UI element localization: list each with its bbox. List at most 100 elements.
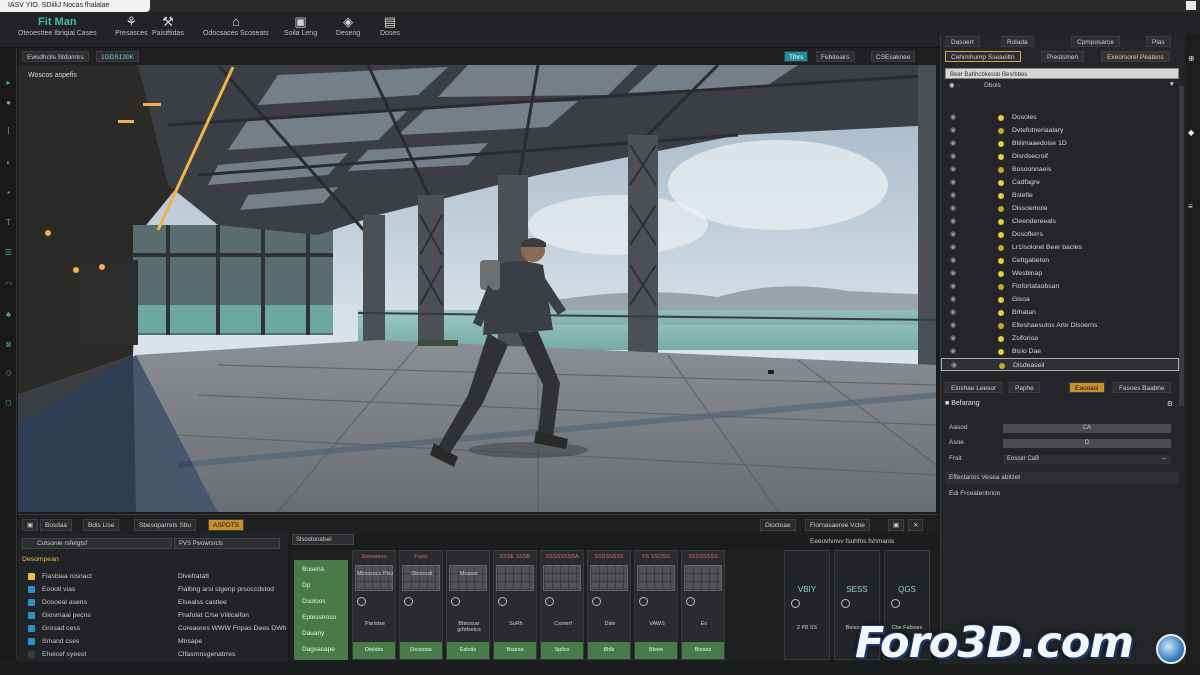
visibility-icon[interactable]: ◉ — [950, 176, 956, 189]
outliner-row[interactable]: ◉ Disrdsecroif — [941, 150, 1179, 163]
outliner-row[interactable]: ◉ Wesblnap — [941, 267, 1179, 280]
strip-knob-icon[interactable] — [639, 597, 648, 606]
property-row[interactable]: Eoootl vias Flaibng arsi stgenp prsoccdst… — [18, 583, 288, 596]
meter-knob-icon[interactable] — [841, 599, 850, 608]
property-row[interactable]: Grosad cess Coreaores WWW Fnpas Dees DWh — [18, 622, 288, 635]
toolbar-item-doses[interactable]: ▤ Doses — [380, 14, 400, 37]
visibility-icon[interactable]: ◉ — [950, 267, 956, 280]
toolbar-item-presasces[interactable]: ⚘ Presasces — [115, 14, 148, 37]
mixer-strip[interactable]: Soreaerso Mbsssocs Plsv Paristse Dtelsbs — [352, 550, 396, 660]
scale-icon[interactable]: ▪ — [4, 188, 13, 197]
viewport-tab-tlhrs[interactable]: Tlhrs — [784, 51, 809, 62]
mixer-strip[interactable]: Moaosr Bhiossar grfsfsetcs Estsits — [446, 550, 490, 660]
toolbar-item-fit-main[interactable]: Fit Man Oteoesttee Ibriqial Cases — [18, 14, 97, 37]
tab-dasoert[interactable]: Dasoert — [945, 36, 980, 47]
toolbar-item-deseng[interactable]: ◈ Deseng — [336, 14, 360, 37]
tab-cpmposarce[interactable]: Cpmposarce — [1071, 36, 1120, 47]
toolbar-item-paisiftidas[interactable]: ⚒ Paisiftidas — [152, 14, 184, 37]
bottom-button-close[interactable]: ✕ — [908, 519, 924, 531]
visibility-icon[interactable]: ◉ — [950, 163, 956, 176]
visibility-icon[interactable]: ◉ — [950, 332, 956, 345]
outliner-row[interactable]: ◉ Lr1Isoloret Beer bacles — [941, 241, 1179, 254]
visibility-icon[interactable]: ◉ — [950, 319, 956, 332]
mixer-track-label[interactable]: Dp — [302, 582, 310, 589]
tab-eaooasi[interactable]: Eaooasi — [1069, 382, 1105, 393]
toolbar-item-odseces[interactable]: ⌂ Odocsaces Scoseats — [203, 14, 269, 37]
viewport-tab-febiteairs[interactable]: Febiteairs — [816, 51, 855, 62]
strip-knob-icon[interactable] — [592, 597, 601, 606]
outliner-row[interactable]: ◉ Zsiforioa — [941, 332, 1179, 345]
tab-prestsmen[interactable]: Prestsmen — [1041, 51, 1085, 62]
brush-icon[interactable]: T — [4, 218, 13, 227]
outliner-row[interactable]: ◉ Disdeaseil — [941, 358, 1179, 371]
3d-viewport[interactable]: Woscos aspefis — [18, 65, 936, 512]
bottom-tab-flornasaeree[interactable]: Flornasaeree Vcbe — [805, 519, 870, 531]
visibility-icon[interactable]: ◉ — [950, 202, 956, 215]
mixer-strip[interactable]: SSSSSSSSA Csmerf Spilos — [540, 550, 584, 660]
outliner-row[interactable]: ◉ Cettgabeton — [941, 254, 1179, 267]
outliner-row[interactable]: ◉ Bstefie — [941, 189, 1179, 202]
mixer-strip[interactable]: SSSSSSSS Eo Biesas — [681, 550, 725, 660]
outliner-row[interactable]: ◉ Gisoa — [941, 293, 1179, 306]
strip-knob-icon[interactable] — [498, 597, 507, 606]
mesh-icon[interactable]: ⊗ — [4, 340, 13, 349]
visibility-icon[interactable]: ◉ — [950, 124, 956, 137]
settings-icon[interactable]: ⚙ — [1167, 400, 1173, 408]
property-row[interactable]: Eheicef syeest Clfasrnnsgenatrres — [18, 648, 288, 661]
mixer-filter-tab-1[interactable]: Slsootonalsei — [292, 534, 354, 545]
move-icon[interactable]: | — [4, 126, 13, 135]
property-row[interactable]: Dosoeal asens Elsealss castlee — [18, 596, 288, 609]
bottom-tab-dioctoae[interactable]: Dioctoae — [760, 519, 796, 531]
strip-knob-icon[interactable] — [545, 597, 554, 606]
tab-paphe[interactable]: Paphe — [1009, 382, 1040, 393]
visibility-icon[interactable]: ◉ — [950, 215, 956, 228]
visibility-icon[interactable]: ◉ — [950, 254, 956, 267]
property-row[interactable]: Giosmaal pecns Fhafolat C/se Vililcaifon — [18, 609, 288, 622]
tab-cehimhump[interactable]: Cehimhump Sseaeiltn — [945, 51, 1021, 62]
mixer-strip[interactable]: SSSSSSSS Dsle Bhlb — [587, 550, 631, 660]
bottom-button-a[interactable]: ▣ — [888, 519, 905, 531]
mixer-strip[interactable]: SSSE SSSB SuRh Bsarsa — [493, 550, 537, 660]
mixer-track-label[interactable]: Eptesstroso — [302, 614, 336, 621]
outliner-row[interactable]: ◉ Elteshaesutos Arte Dlsoerns — [941, 319, 1179, 332]
prop-dropdown-2[interactable]: Eoscer CaB ⇔ — [1003, 455, 1171, 464]
mixer-track-label[interactable]: Dauany — [302, 630, 324, 637]
outliner-search-field[interactable]: Beer Bahhcbkessb Besrbbes — [945, 68, 1179, 79]
light-icon[interactable]: ◇ — [4, 368, 13, 377]
mixer-track-label[interactable]: Dagsasape — [302, 646, 335, 653]
outliner-row[interactable]: ◉ Dvtefotneriaalary — [941, 124, 1179, 137]
visibility-icon[interactable]: ◉ — [950, 280, 956, 293]
modeling-icon[interactable]: ◻ — [4, 398, 13, 407]
section-edi[interactable]: Edi Frceatenbrion — [945, 490, 1000, 497]
meter-knob-icon[interactable] — [791, 599, 800, 608]
bottom-tab-aspdts[interactable]: ASPDTS — [208, 519, 245, 531]
tab-plas[interactable]: Plas — [1146, 36, 1171, 47]
strip-knob-icon[interactable] — [451, 597, 460, 606]
outliner-row[interactable]: ◉ Btiiimaaedoise 1D — [941, 137, 1179, 150]
paint-icon[interactable]: ☰ — [4, 248, 13, 257]
visibility-icon[interactable]: ◉ — [950, 228, 956, 241]
mixer-strip[interactable]: Fosts Dbsoosit Dessosa — [399, 550, 443, 660]
outliner-row[interactable]: ◉ Flofortataobsan — [941, 280, 1179, 293]
filter-icon[interactable]: ▼ — [1169, 81, 1175, 88]
mixer-track-label[interactable]: Bosena — [302, 566, 324, 573]
tab-rolada[interactable]: Rolada — [1001, 36, 1034, 47]
viewport-mode-tab[interactable]: Ewsdhclls Stdomtrs — [22, 51, 89, 62]
visibility-icon[interactable]: ◉ — [950, 137, 956, 150]
outliner-row[interactable]: ◉ Dosoflerrs — [941, 228, 1179, 241]
foliage-icon[interactable]: ♣ — [4, 310, 13, 319]
select-icon[interactable]: ▸ — [4, 78, 13, 87]
outliner-row[interactable]: ◉ Dosoles — [941, 111, 1179, 124]
hand-icon[interactable]: ● — [4, 98, 13, 107]
window-close-button[interactable] — [1186, 1, 1196, 10]
meter-knob-icon[interactable] — [891, 599, 900, 608]
tab-fasoes-baabhe[interactable]: Fasoes Baabhe — [1113, 382, 1171, 393]
property-row[interactable]: Fiasbiaa rosnact Dlvefratatt — [18, 570, 288, 583]
strip-knob-icon[interactable] — [686, 597, 695, 606]
bottom-icon[interactable]: ▣ — [22, 519, 39, 531]
bottom-filter-tab-0[interactable]: PVS Pwowrsrcls — [174, 538, 280, 549]
outliner-row[interactable]: ◉ Cleendereeals — [941, 215, 1179, 228]
mixer-meter[interactable]: VBIY 2 P8 SS — [784, 550, 830, 660]
visibility-icon[interactable]: ◉ — [950, 111, 956, 124]
section-effects[interactable]: Effectarios Vesea abilzet — [945, 472, 1179, 484]
